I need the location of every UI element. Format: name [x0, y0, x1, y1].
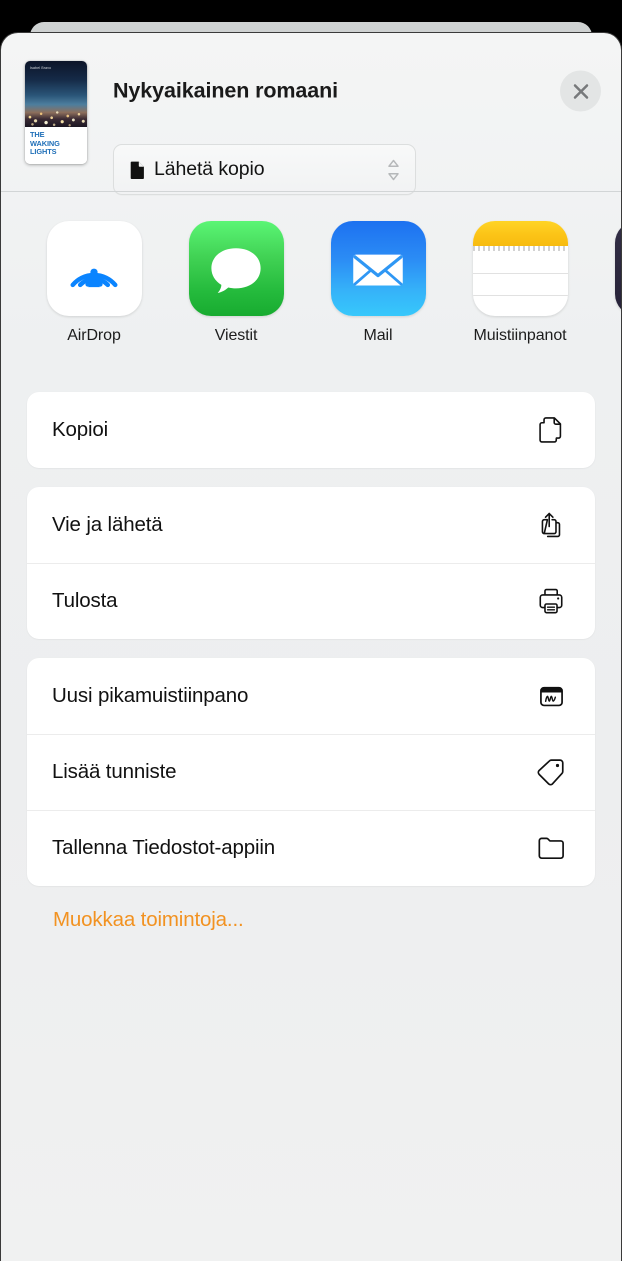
action-label: Tulosta: [52, 589, 118, 612]
share-targets-row[interactable]: AirDrop Viestit Mail Muistiinpanot: [1, 192, 621, 367]
send-format-label: Lähetä kopio: [154, 158, 265, 180]
share-sheet-header: Isabel Bravo THE WAKING LIGHTS Nykyaikai…: [1, 33, 621, 195]
cover-title-line-3: LIGHTS: [30, 147, 57, 157]
document-title: Nykyaikainen romaani: [113, 78, 339, 103]
document-thumbnail: Isabel Bravo THE WAKING LIGHTS: [25, 61, 87, 164]
edit-actions-link[interactable]: Muokkaa toimintoja...: [27, 905, 244, 932]
cover-city-lights: [25, 105, 87, 127]
action-label: Tallenna Tiedostot-appiin: [52, 836, 276, 859]
share-target-mail[interactable]: Mail: [307, 221, 449, 345]
book-cover: Isabel Bravo THE WAKING LIGHTS: [25, 61, 87, 164]
chevron-up-down-icon: [386, 157, 401, 183]
tag-icon: [534, 755, 568, 789]
action-row-export-send[interactable]: Vie ja lähetä: [27, 487, 595, 563]
share-target-airdrop[interactable]: AirDrop: [23, 221, 165, 345]
share-target-label: Mail: [363, 327, 393, 344]
action-label: Lisää tunniste: [52, 760, 177, 783]
document-icon: [130, 161, 145, 179]
action-row-new-quick-note[interactable]: Uusi pikamuistiinpano: [27, 658, 595, 734]
action-group: Kopioi: [27, 392, 595, 468]
share-target-messages[interactable]: Viestit: [165, 221, 307, 345]
share-export-icon: [534, 508, 568, 542]
action-groups: Kopioi Vie ja lähetä Tulosta Uusi pikamu…: [1, 367, 621, 932]
cover-title: THE WAKING LIGHTS: [30, 130, 82, 157]
share-sheet-panel: Isabel Bravo THE WAKING LIGHTS Nykyaikai…: [0, 32, 622, 1261]
action-group: Vie ja lähetä Tulosta: [27, 487, 595, 639]
share-target-label: AirDrop: [67, 327, 121, 344]
mail-icon: [330, 221, 426, 316]
action-label: Vie ja lähetä: [52, 513, 163, 536]
airdrop-icon: [46, 221, 142, 316]
notes-rule-line: [472, 295, 568, 296]
send-format-popup-button[interactable]: Lähetä kopio: [113, 144, 416, 195]
screen: Isabel Bravo THE WAKING LIGHTS Nykyaikai…: [0, 0, 622, 1261]
action-row-save-to-files[interactable]: Tallenna Tiedostot-appiin: [27, 810, 595, 886]
share-target-notes[interactable]: Muistiinpanot: [449, 221, 591, 345]
folder-icon: [534, 831, 568, 865]
action-group: Uusi pikamuistiinpano Lisää tunniste Tal…: [27, 658, 595, 886]
action-label: Kopioi: [52, 418, 109, 441]
action-label: Uusi pikamuistiinpano: [52, 684, 249, 707]
action-row-add-tag[interactable]: Lisää tunniste: [27, 734, 595, 810]
share-target-journal[interactable]: Pä: [591, 221, 621, 345]
notes-header-band: [472, 221, 568, 246]
close-icon: [573, 83, 588, 99]
journal-icon: [614, 221, 621, 316]
quick-note-icon: [534, 679, 568, 713]
printer-icon: [534, 584, 568, 618]
share-target-label: Muistiinpanot: [473, 327, 567, 344]
notes-perforation: [472, 246, 568, 251]
cover-title-band: THE WAKING LIGHTS: [25, 127, 87, 164]
action-row-copy[interactable]: Kopioi: [27, 392, 595, 468]
notes-icon: [472, 221, 568, 316]
notes-rule-line: [472, 273, 568, 274]
messages-icon: [188, 221, 284, 316]
share-target-label: Viestit: [214, 327, 258, 344]
close-button[interactable]: [560, 70, 601, 112]
action-row-print[interactable]: Tulosta: [27, 563, 595, 639]
cover-author: Isabel Bravo: [30, 66, 52, 70]
copy-icon: [534, 413, 568, 447]
